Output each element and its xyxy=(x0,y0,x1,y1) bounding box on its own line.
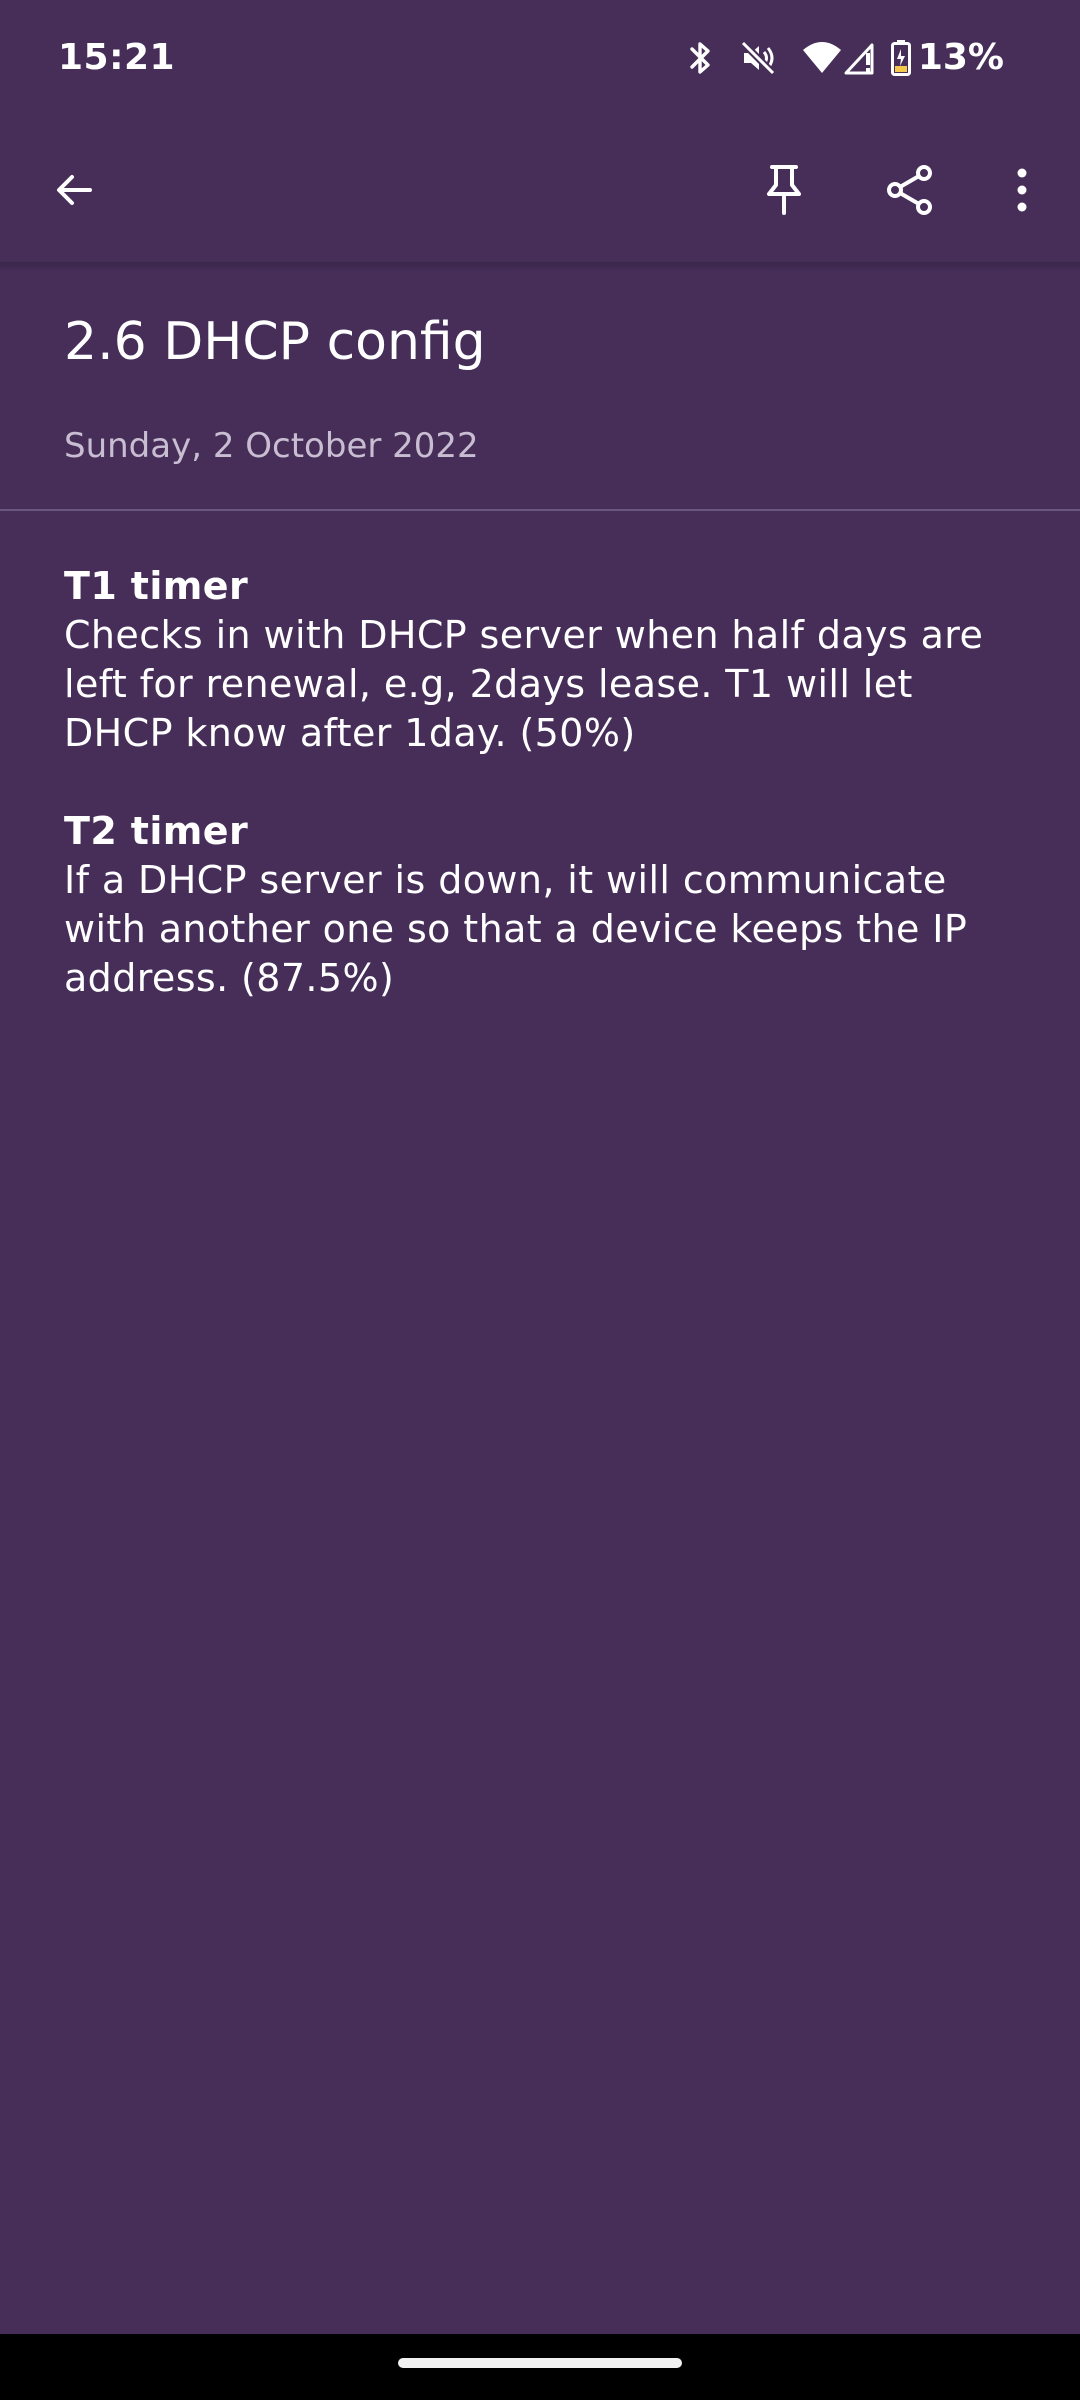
home-gesture-handle[interactable] xyxy=(398,2358,682,2368)
battery-charging-icon xyxy=(890,39,912,77)
section-heading: T2 timer xyxy=(64,809,249,853)
back-button[interactable] xyxy=(26,142,122,238)
more-vert-icon xyxy=(1017,168,1027,212)
note-section: T2 timer If a DHCP server is down, it wi… xyxy=(64,807,1024,1003)
share-button[interactable] xyxy=(862,142,958,238)
status-bar: 15:21 13% xyxy=(0,0,1080,116)
toolbar-shadow xyxy=(0,262,1080,272)
bluetooth-icon xyxy=(688,38,714,78)
pin-button[interactable] xyxy=(736,142,832,238)
note-title[interactable]: 2.6 DHCP config xyxy=(64,306,486,378)
note-screen: 15:21 13% 2.6 DHCP config Sunday, 2 Octo… xyxy=(0,0,1080,2400)
status-icons: 13% xyxy=(688,34,1004,82)
note-date: Sunday, 2 October 2022 xyxy=(64,426,479,466)
note-body[interactable]: T1 timer Checks in with DHCP server when… xyxy=(64,562,1024,1003)
status-time: 15:21 xyxy=(58,37,176,78)
section-heading: T1 timer xyxy=(64,564,249,608)
back-arrow-icon xyxy=(57,175,92,205)
more-options-button[interactable] xyxy=(974,142,1070,238)
signal-icon xyxy=(844,40,876,76)
pin-icon xyxy=(767,165,801,215)
top-app-bar xyxy=(0,116,1080,264)
vibrate-off-icon xyxy=(738,38,778,78)
battery-percent: 13% xyxy=(917,37,1004,78)
navigation-bar xyxy=(0,2334,1080,2400)
section-text: If a DHCP server is down, it will commun… xyxy=(64,858,968,1000)
section-text: Checks in with DHCP server when half day… xyxy=(64,613,984,755)
share-icon xyxy=(887,165,932,215)
header-divider xyxy=(0,509,1080,511)
note-section: T1 timer Checks in with DHCP server when… xyxy=(64,562,1024,758)
wifi-icon xyxy=(802,40,842,76)
